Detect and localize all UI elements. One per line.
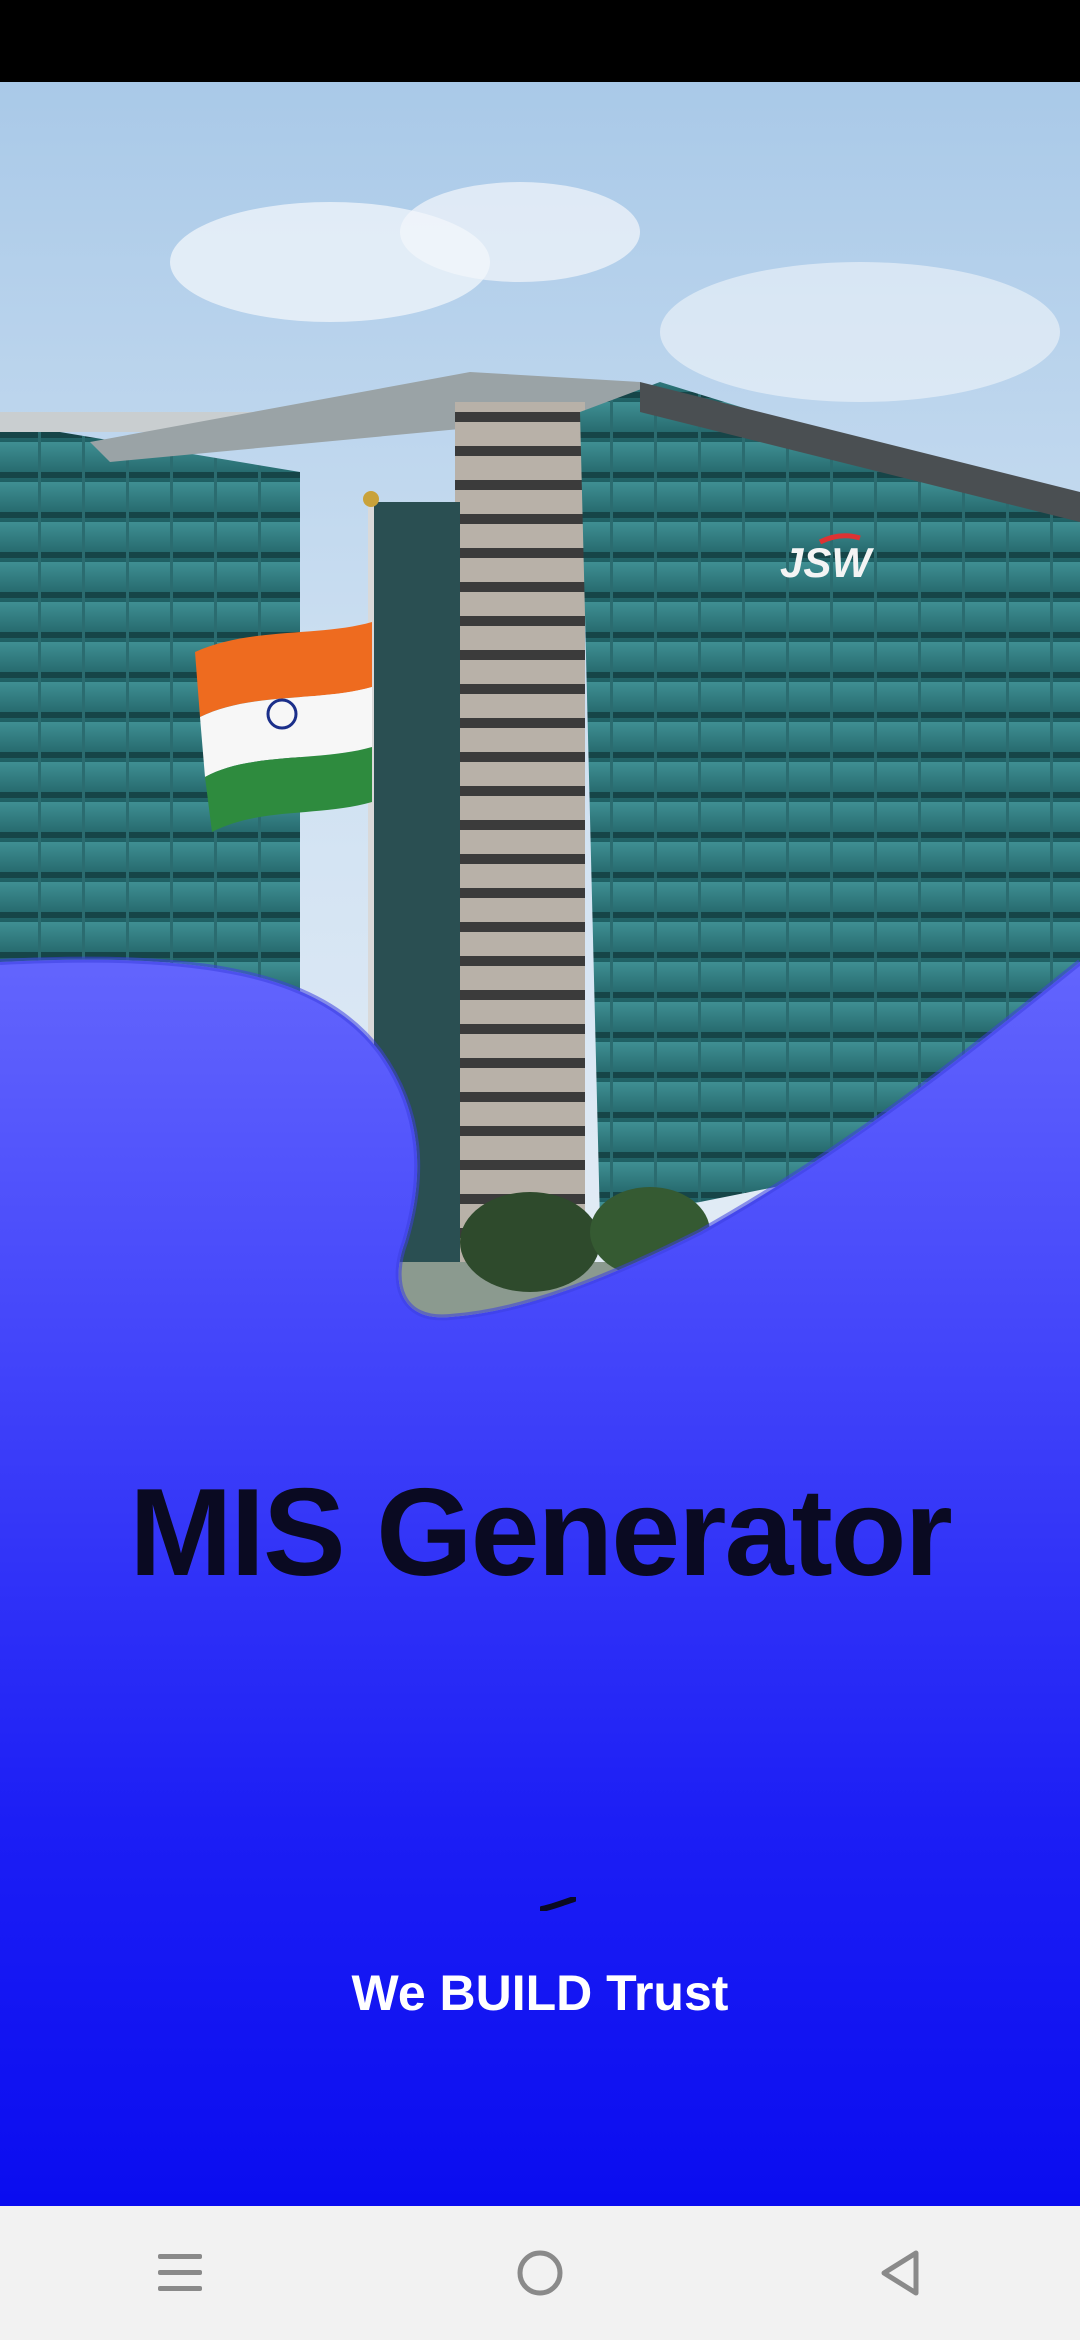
hero-image: JSW xyxy=(0,82,1080,1362)
splash-background: JSW MIS Generator We BUILD Trust xyxy=(0,82,1080,2206)
tagline: We BUILD Trust xyxy=(351,1965,729,2021)
home-circle-icon xyxy=(517,2250,563,2296)
menu-button[interactable] xyxy=(120,2213,240,2333)
system-nav-bar xyxy=(0,2206,1080,2340)
status-bar xyxy=(0,0,1080,82)
loading-indicator xyxy=(540,1897,576,1911)
jsw-logo: JSW xyxy=(780,539,874,586)
splash-screen: JSW MIS Generator We BUILD Trust xyxy=(0,0,1080,2340)
back-button[interactable] xyxy=(840,2213,960,2333)
menu-icon xyxy=(158,2254,202,2291)
back-triangle-icon xyxy=(881,2250,919,2296)
home-button[interactable] xyxy=(480,2213,600,2333)
app-title: MIS Generator xyxy=(129,1464,953,1602)
